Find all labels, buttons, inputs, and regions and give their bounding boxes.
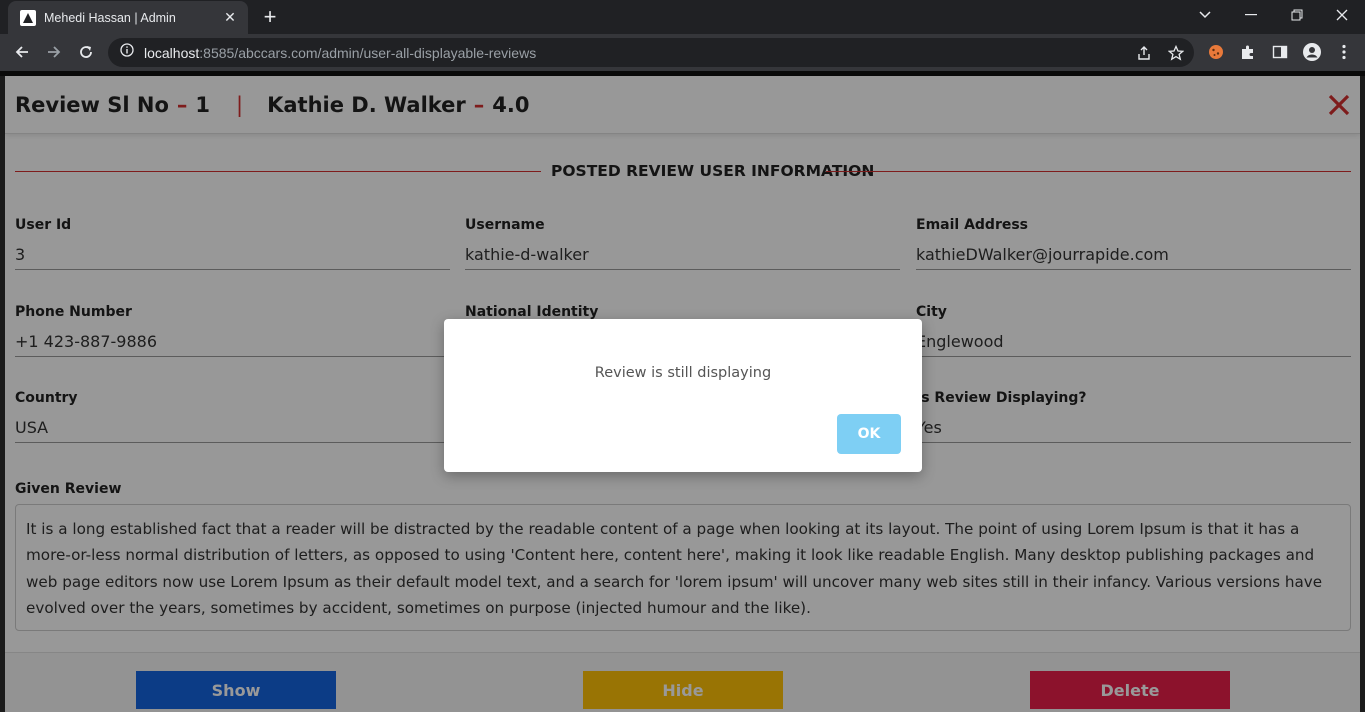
side-panel-icon[interactable] bbox=[1266, 38, 1294, 66]
tab-search-icon[interactable] bbox=[1182, 0, 1228, 30]
address-bar[interactable]: localhost:8585/abccars.com/admin/user-al… bbox=[108, 38, 1194, 67]
tab-close-icon[interactable]: ✕ bbox=[222, 9, 238, 26]
cookie-extension-icon[interactable] bbox=[1202, 38, 1230, 66]
restore-icon[interactable] bbox=[1274, 0, 1320, 30]
ok-button[interactable]: OK bbox=[837, 414, 901, 454]
page-content: Review Sl No – 1 | Kathie D. Walker – 4.… bbox=[0, 71, 1365, 712]
reload-icon[interactable] bbox=[72, 38, 100, 66]
profile-avatar-icon[interactable] bbox=[1298, 38, 1326, 66]
share-icon[interactable] bbox=[1130, 38, 1158, 67]
close-window-icon[interactable] bbox=[1319, 0, 1365, 30]
forward-icon[interactable] bbox=[40, 38, 68, 66]
extensions-puzzle-icon[interactable] bbox=[1234, 38, 1262, 66]
minimize-icon[interactable] bbox=[1228, 0, 1274, 30]
tab-title: Mehedi Hassan | Admin bbox=[44, 10, 176, 25]
browser-toolbar: localhost:8585/abccars.com/admin/user-al… bbox=[0, 34, 1365, 71]
alert-message: Review is still displaying bbox=[594, 365, 772, 381]
browser-menu-icon[interactable] bbox=[1330, 38, 1358, 66]
back-icon[interactable] bbox=[8, 38, 36, 66]
url-text: localhost:8585/abccars.com/admin/user-al… bbox=[144, 44, 537, 61]
site-info-icon[interactable] bbox=[120, 43, 134, 62]
new-tab-icon[interactable]: + bbox=[258, 6, 282, 28]
site-favicon-icon bbox=[20, 9, 36, 26]
alert-dialog: Review is still displaying OK bbox=[444, 319, 922, 472]
browser-tab[interactable]: Mehedi Hassan | Admin ✕ bbox=[8, 1, 248, 34]
bookmark-star-icon[interactable] bbox=[1162, 38, 1190, 67]
browser-tabbar: Mehedi Hassan | Admin ✕ + bbox=[0, 0, 1365, 34]
